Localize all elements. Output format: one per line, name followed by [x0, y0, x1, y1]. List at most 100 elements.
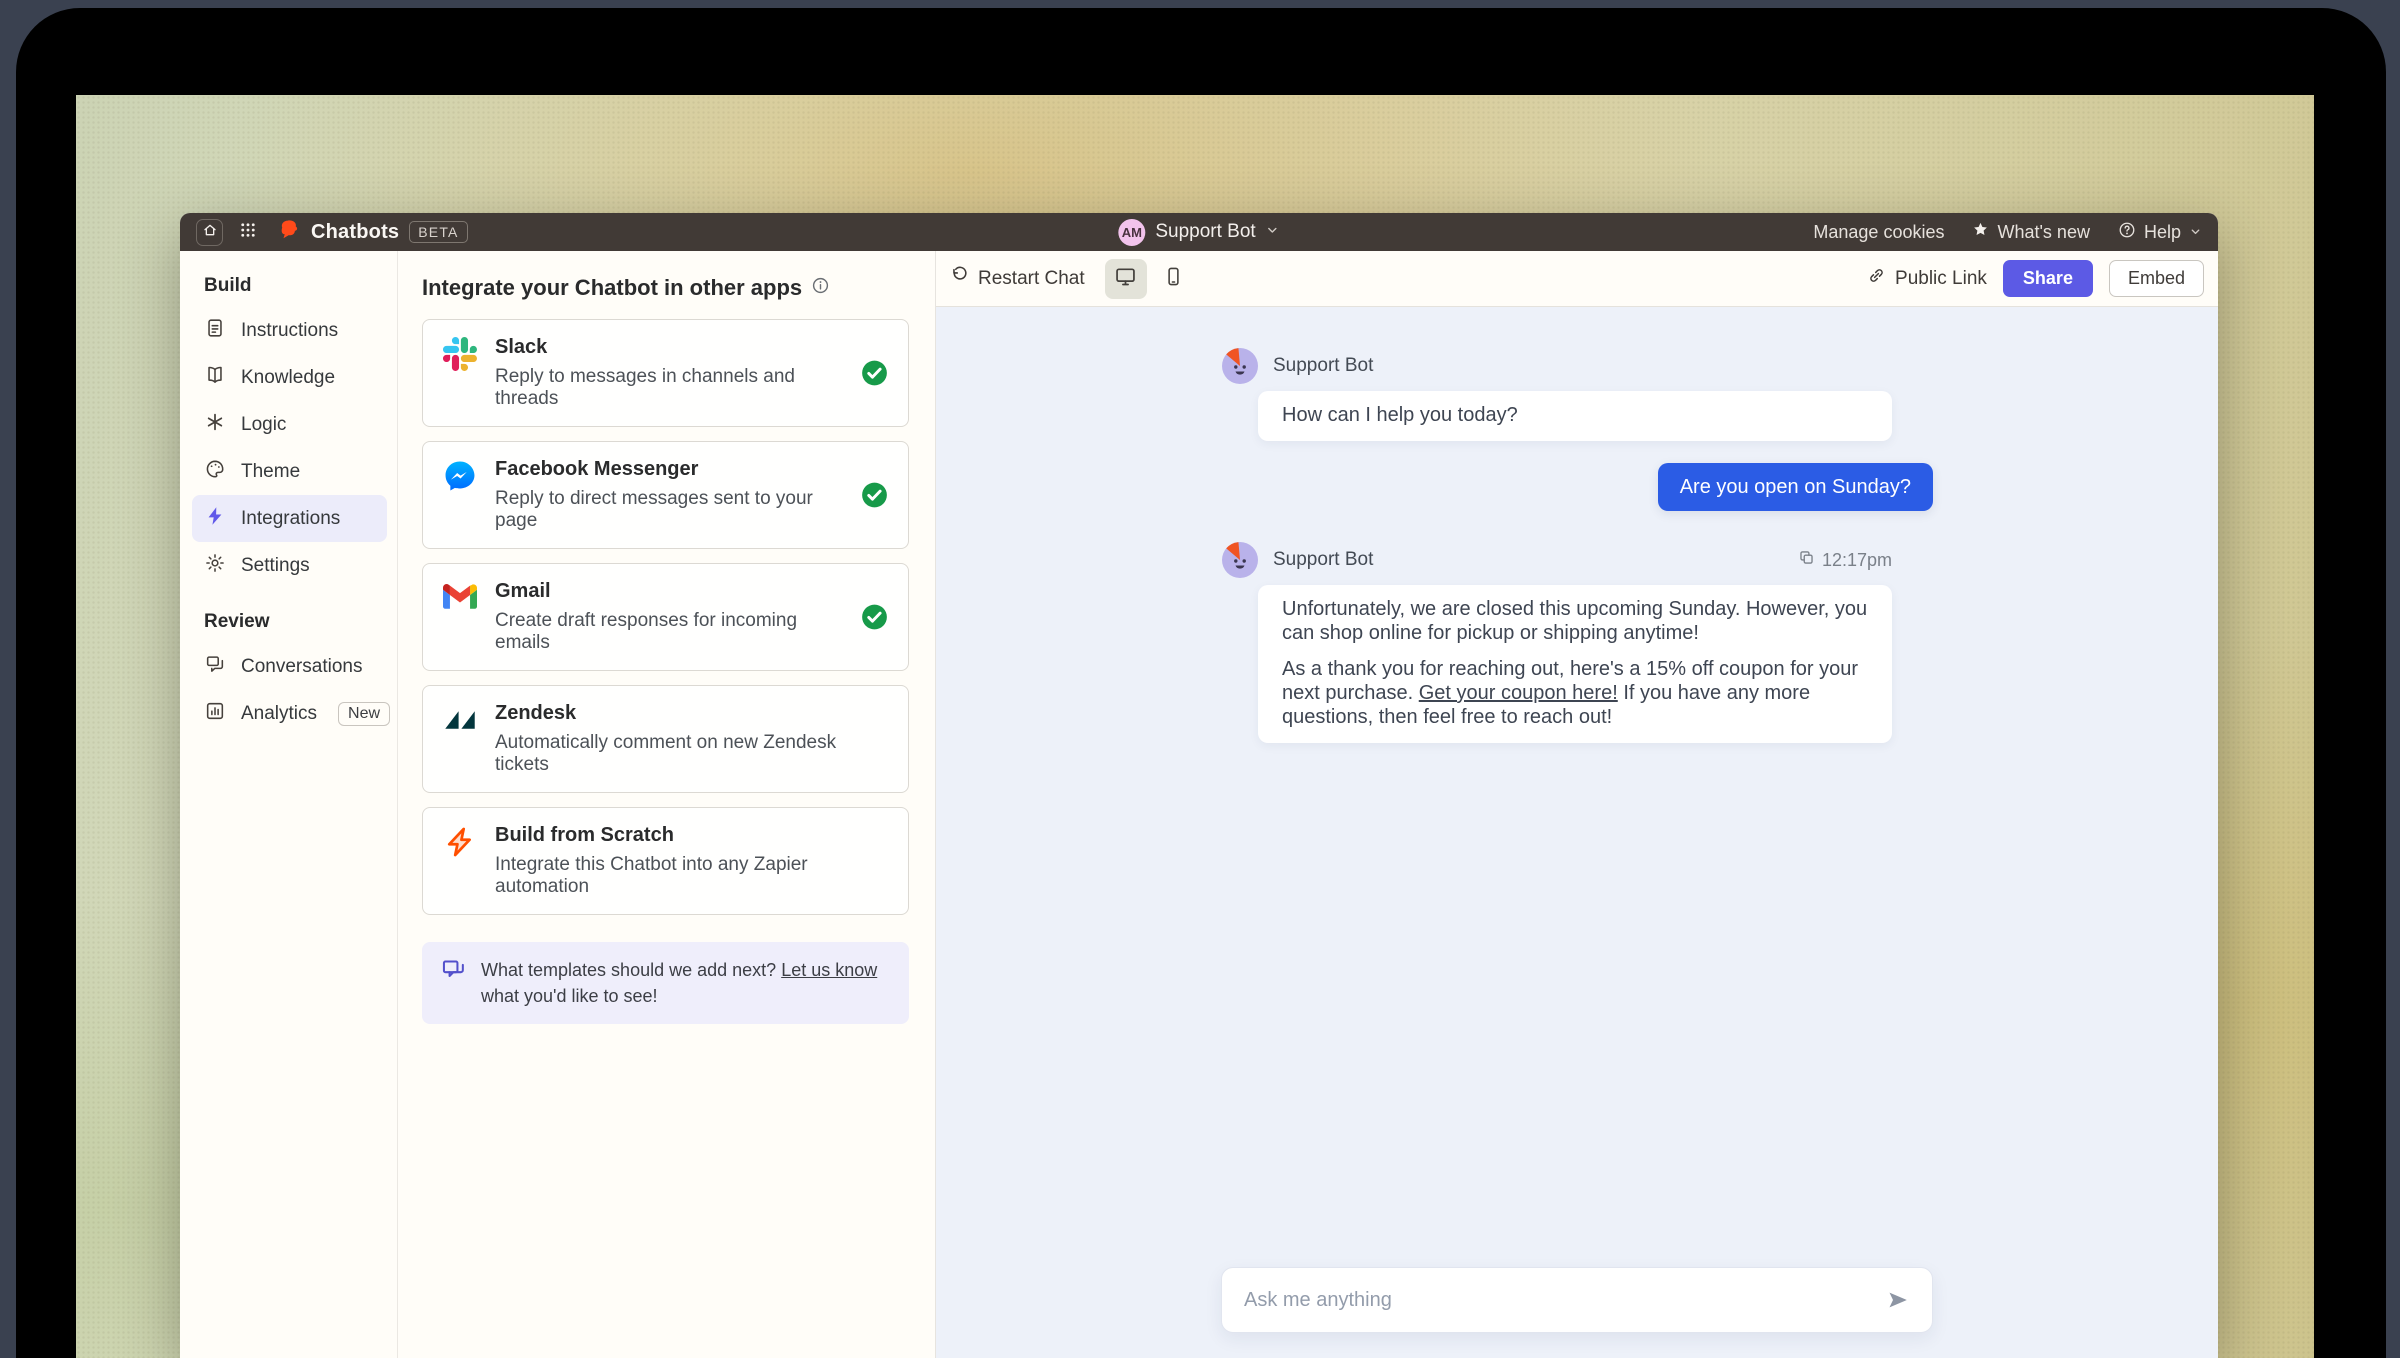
connected-check-icon [861, 604, 888, 631]
connected-check-icon [861, 360, 888, 387]
embed-button[interactable]: Embed [2109, 260, 2204, 297]
sidebar-item-settings[interactable]: Settings [192, 542, 387, 589]
chatbots-app-window: Chatbots BETA AM Support Bot Manage cook… [180, 213, 2218, 1358]
chat-message-list: Support Bot How can I help you today? Ar… [1221, 307, 1933, 743]
card-description: Automatically comment on new Zendesk tic… [495, 732, 848, 776]
desktop-view-button[interactable] [1105, 259, 1147, 299]
mobile-view-button[interactable] [1153, 259, 1195, 299]
bot-message-bubble: How can I help you today? [1258, 391, 1892, 441]
card-description: Reply to messages in channels and thread… [495, 366, 848, 410]
sidebar-item-analytics[interactable]: Analytics New [192, 690, 387, 737]
let-us-know-link[interactable]: Let us know [781, 960, 877, 980]
integration-card-zendesk[interactable]: Zendesk Automatically comment on new Zen… [422, 685, 909, 793]
public-link-label: Public Link [1895, 268, 1987, 290]
chat-toolbar-right: Public Link Share Embed [1867, 260, 2204, 297]
gear-icon [204, 552, 226, 580]
info-icon[interactable] [811, 276, 830, 300]
integrations-title: Integrate your Chatbot in other apps [422, 275, 802, 301]
sidebar-item-label: Theme [241, 461, 300, 483]
manage-cookies-link[interactable]: Manage cookies [1813, 222, 1944, 243]
lightning-bolt-icon [204, 505, 226, 533]
book-icon [204, 364, 226, 392]
device-mockup: Chatbots BETA AM Support Bot Manage cook… [0, 0, 2400, 1358]
messenger-logo-icon [443, 458, 479, 532]
app-grid-button[interactable] [239, 221, 257, 244]
integration-card-build-from-scratch[interactable]: Build from Scratch Integrate this Chatbo… [422, 807, 909, 915]
send-button[interactable] [1886, 1288, 1910, 1312]
templates-note-text: What templates should we add next? Let u… [481, 957, 891, 1009]
home-icon [202, 222, 218, 243]
chat-message-input[interactable] [1244, 1289, 1872, 1312]
sidebar-item-theme[interactable]: Theme [192, 448, 387, 495]
bot-message-header: Support Bot [1221, 347, 1933, 385]
help-menu[interactable]: Help [2118, 221, 2202, 244]
sidebar-item-label: Analytics [241, 703, 317, 725]
bar-chart-icon [204, 700, 226, 728]
bot-avatar [1221, 347, 1259, 385]
bot-message-bubble: Unfortunately, we are closed this upcomi… [1258, 585, 1892, 743]
card-description: Reply to direct messages sent to your pa… [495, 488, 848, 532]
palette-icon [204, 458, 226, 486]
user-message-bubble: Are you open on Sunday? [1658, 463, 1933, 511]
sidebar-item-label: Conversations [241, 656, 362, 678]
chevron-down-icon [1266, 223, 1280, 242]
card-title: Facebook Messenger [495, 458, 848, 481]
slack-logo-icon [443, 336, 479, 410]
beta-badge: BETA [409, 221, 467, 243]
coupon-link[interactable]: Get your coupon here! [1419, 682, 1618, 704]
product-name: Chatbots [311, 221, 399, 244]
integration-card-slack[interactable]: Slack Reply to messages in channels and … [422, 319, 909, 427]
sidebar-item-label: Knowledge [241, 367, 335, 389]
message-meta: 12:17pm [1798, 549, 1892, 571]
desktop-wallpaper: Chatbots BETA AM Support Bot Manage cook… [76, 95, 2314, 1358]
sidebar-item-instructions[interactable]: Instructions [192, 307, 387, 354]
share-button[interactable]: Share [2003, 260, 2093, 297]
brand: Chatbots BETA [277, 218, 468, 247]
restart-chat-button[interactable]: Restart Chat [950, 266, 1085, 291]
integration-card-facebook-messenger[interactable]: Facebook Messenger Reply to direct messa… [422, 441, 909, 549]
asterisk-icon [204, 411, 226, 439]
bot-avatar [1221, 541, 1259, 579]
copy-icon[interactable] [1798, 549, 1815, 571]
bot-message-text: How can I help you today? [1282, 403, 1868, 427]
sidebar-item-integrations[interactable]: Integrations [192, 495, 387, 542]
bot-name-label: Support Bot [1273, 355, 1373, 377]
bot-switcher[interactable]: AM Support Bot [1118, 219, 1279, 246]
device-toggle [1105, 259, 1195, 299]
top-bar: Chatbots BETA AM Support Bot Manage cook… [180, 213, 2218, 251]
app-body: Build Instructions Knowledge Logic [180, 251, 2218, 1358]
restart-chat-label: Restart Chat [978, 268, 1085, 290]
sidebar-item-label: Logic [241, 414, 286, 436]
home-button[interactable] [196, 219, 223, 246]
card-title: Build from Scratch [495, 824, 848, 847]
message-timestamp: 12:17pm [1822, 550, 1892, 571]
current-bot-name: Support Bot [1155, 221, 1255, 243]
sidebar-item-label: Settings [241, 555, 310, 577]
link-icon [1867, 266, 1886, 291]
card-description: Integrate this Chatbot into any Zapier a… [495, 854, 848, 898]
gmail-logo-icon [443, 580, 479, 654]
sidebar-item-logic[interactable]: Logic [192, 401, 387, 448]
feedback-chat-icon [440, 957, 467, 1009]
card-title: Slack [495, 336, 848, 359]
card-description: Create draft responses for incoming emai… [495, 610, 848, 654]
zapier-bolt-icon [443, 824, 479, 898]
bot-message-header: Support Bot 12:17pm [1221, 541, 1933, 579]
sidebar-item-conversations[interactable]: Conversations [192, 643, 387, 690]
bot-message-text: Unfortunately, we are closed this upcomi… [1282, 597, 1868, 645]
chat-toolbar: Restart Chat [936, 251, 2218, 307]
phone-icon [1163, 266, 1184, 292]
integration-card-gmail[interactable]: Gmail Create draft responses for incomin… [422, 563, 909, 671]
public-link-button[interactable]: Public Link [1867, 266, 1987, 291]
top-bar-right: Manage cookies What's new Help [1813, 221, 2202, 244]
restart-icon [950, 266, 969, 291]
card-title: Zendesk [495, 702, 848, 725]
integrations-panel: Integrate your Chatbot in other apps Sla… [398, 251, 936, 1358]
connected-check-icon [861, 482, 888, 509]
sidebar-item-knowledge[interactable]: Knowledge [192, 354, 387, 401]
integration-cards: Slack Reply to messages in channels and … [422, 319, 909, 915]
whats-new-link[interactable]: What's new [1972, 221, 2089, 243]
account-avatar: AM [1118, 219, 1145, 246]
conversations-icon [204, 653, 226, 681]
document-icon [204, 317, 226, 345]
